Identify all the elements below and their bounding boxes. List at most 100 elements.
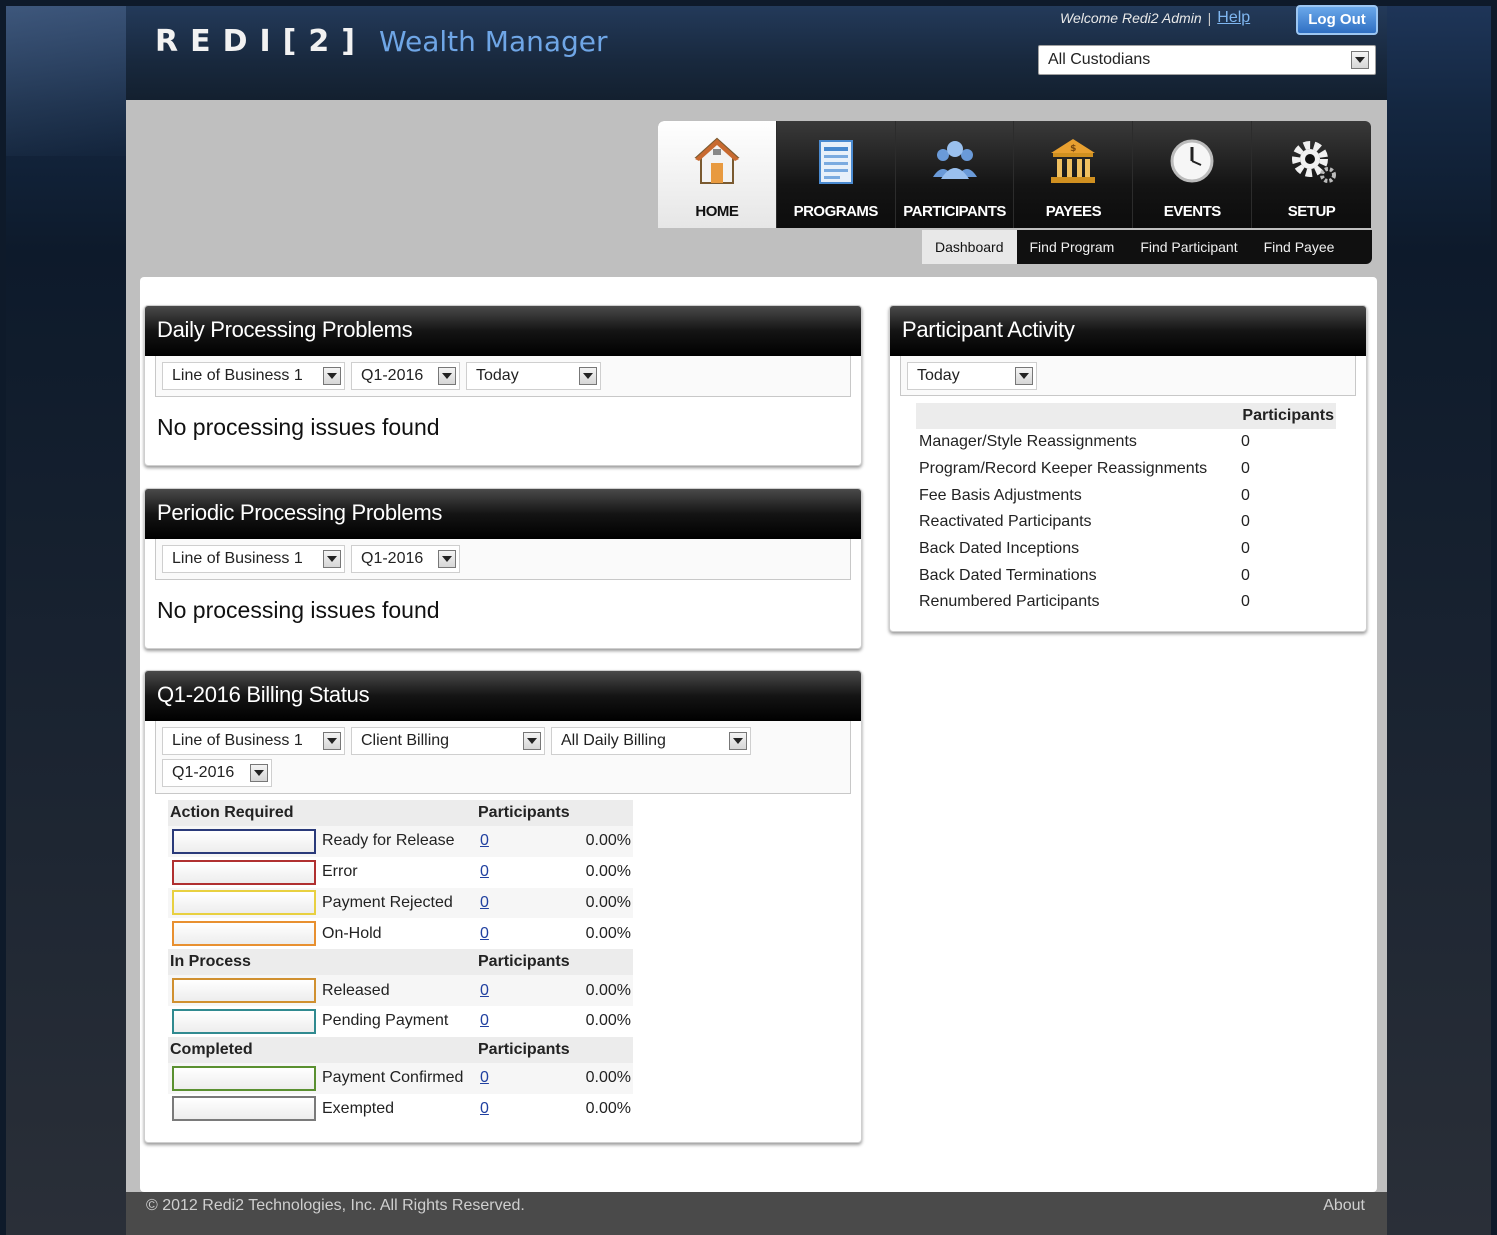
bank-icon: $ bbox=[1051, 139, 1096, 183]
logout-button[interactable]: Log Out bbox=[1296, 5, 1378, 35]
status-label: Error bbox=[322, 863, 358, 881]
periodic-quarter-select[interactable]: Q1-2016 bbox=[351, 545, 460, 573]
section-column-header: Participants bbox=[478, 953, 570, 971]
activity-value: 0 bbox=[1241, 566, 1250, 584]
billing-status-title: Q1-2016 Billing Status bbox=[145, 671, 861, 721]
billing-scope-select[interactable]: All Daily Billing bbox=[551, 727, 751, 755]
status-count-link[interactable]: 0 bbox=[480, 1012, 540, 1030]
action-required-rows: Ready for Release 0 0.00% Error 0 0.00% … bbox=[168, 826, 633, 949]
people-icon bbox=[932, 141, 977, 179]
welcome-separator: | bbox=[1207, 10, 1212, 26]
status-count-link[interactable]: 0 bbox=[480, 832, 540, 850]
activity-row: Fee Basis Adjustments 0 bbox=[916, 482, 1336, 509]
status-swatch bbox=[172, 1065, 316, 1091]
section-title: In Process bbox=[170, 953, 251, 971]
chevron-down-icon[interactable] bbox=[438, 367, 456, 385]
about-link[interactable]: About bbox=[1323, 1194, 1365, 1218]
status-count-link[interactable]: 0 bbox=[480, 1069, 540, 1087]
periodic-empty-message: No processing issues found bbox=[157, 597, 440, 623]
status-label: Pending Payment bbox=[322, 1012, 449, 1030]
section-header-action-required: Action Required Participants bbox=[168, 800, 633, 826]
daily-period-select[interactable]: Today bbox=[466, 362, 601, 390]
nav-tab-events-label: EVENTS bbox=[1163, 203, 1222, 220]
daily-quarter-select[interactable]: Q1-2016 bbox=[351, 362, 460, 390]
chevron-down-icon[interactable] bbox=[579, 367, 597, 385]
status-count-link[interactable]: 0 bbox=[480, 1100, 540, 1118]
billing-quarter-select[interactable]: Q1-2016 bbox=[162, 759, 272, 787]
nav-tab-setup-label: SETUP bbox=[1287, 203, 1336, 220]
status-swatch bbox=[172, 921, 316, 947]
activity-row: Manager/Style Reassignments 0 bbox=[916, 429, 1336, 456]
daily-filter-bar: Line of Business 1 Q1-2016 Today bbox=[155, 356, 851, 397]
chevron-down-icon[interactable] bbox=[323, 550, 341, 568]
nav-tab-home[interactable]: HOME bbox=[658, 121, 777, 228]
status-percent: 0.00% bbox=[585, 924, 631, 942]
activity-value: 0 bbox=[1241, 460, 1250, 478]
periodic-filter-bar: Line of Business 1 Q1-2016 bbox=[155, 539, 851, 580]
status-label: On-Hold bbox=[322, 924, 382, 942]
periodic-processing-panel: Periodic Processing Problems Line of Bus… bbox=[144, 488, 862, 649]
chevron-down-icon[interactable] bbox=[250, 764, 268, 782]
chevron-down-icon[interactable] bbox=[729, 732, 747, 750]
billing-filter-bar: Line of Business 1 Client Billing All Da… bbox=[155, 721, 851, 794]
chevron-down-icon[interactable] bbox=[1015, 367, 1033, 385]
daily-processing-title: Daily Processing Problems bbox=[145, 306, 861, 356]
status-count-link[interactable]: 0 bbox=[480, 982, 540, 1000]
status-swatch bbox=[172, 978, 316, 1004]
home-icon bbox=[694, 137, 740, 184]
billing-lob-select[interactable]: Line of Business 1 bbox=[162, 727, 345, 755]
nav-tab-payees[interactable]: $ PAYEES bbox=[1014, 121, 1134, 228]
chevron-down-icon[interactable] bbox=[438, 550, 456, 568]
activity-value: 0 bbox=[1241, 433, 1250, 451]
activity-label: Back Dated Terminations bbox=[919, 566, 1097, 584]
nav-tab-events[interactable]: EVENTS bbox=[1133, 121, 1253, 228]
subnav-dashboard[interactable]: Dashboard bbox=[922, 230, 1017, 264]
status-row-ready-for-release: Ready for Release 0 0.00% bbox=[168, 826, 633, 857]
daily-period-value: Today bbox=[476, 367, 519, 384]
nav-tab-participants-label: PARTICIPANTS bbox=[903, 203, 1006, 220]
status-percent: 0.00% bbox=[585, 981, 631, 999]
daily-processing-panel: Daily Processing Problems Line of Busine… bbox=[144, 305, 862, 466]
subnav-find-participant[interactable]: Find Participant bbox=[1127, 230, 1250, 264]
status-row-error: Error 0 0.00% bbox=[168, 857, 633, 888]
daily-empty-message: No processing issues found bbox=[157, 414, 440, 440]
billing-quarter-value: Q1-2016 bbox=[172, 764, 235, 781]
chevron-down-icon[interactable] bbox=[323, 367, 341, 385]
chevron-down-icon[interactable] bbox=[523, 732, 541, 750]
activity-row: Renumbered Participants 0 bbox=[916, 589, 1336, 616]
daily-lob-select[interactable]: Line of Business 1 bbox=[162, 362, 345, 390]
status-count-link[interactable]: 0 bbox=[480, 863, 540, 881]
chevron-down-icon[interactable] bbox=[323, 732, 341, 750]
status-percent: 0.00% bbox=[585, 893, 631, 911]
custodian-select[interactable]: All Custodians bbox=[1038, 45, 1376, 75]
section-column-header: Participants bbox=[478, 1040, 570, 1058]
subnav-find-program[interactable]: Find Program bbox=[1017, 230, 1128, 264]
nav-tab-setup[interactable]: SETUP bbox=[1252, 121, 1371, 228]
activity-column-header: Participants bbox=[916, 403, 1336, 429]
logo-product: Wealth Manager bbox=[378, 25, 608, 58]
billing-type-select[interactable]: Client Billing bbox=[351, 727, 545, 755]
activity-row: Back Dated Terminations 0 bbox=[916, 562, 1336, 589]
status-count-link[interactable]: 0 bbox=[480, 894, 540, 912]
nav-tab-payees-label: PAYEES bbox=[1045, 203, 1102, 220]
status-label: Exempted bbox=[322, 1099, 395, 1117]
status-count-link[interactable]: 0 bbox=[480, 925, 540, 943]
help-link[interactable]: Help bbox=[1217, 9, 1250, 27]
chevron-down-icon[interactable] bbox=[1351, 51, 1369, 69]
nav-tab-programs[interactable]: PROGRAMS bbox=[777, 121, 896, 228]
status-swatch bbox=[172, 1008, 316, 1034]
welcome-text: Welcome Redi2 Admin bbox=[1060, 10, 1202, 26]
billing-scope-value: All Daily Billing bbox=[561, 732, 666, 749]
svg-text:$: $ bbox=[1071, 144, 1077, 154]
activity-period-select[interactable]: Today bbox=[907, 362, 1037, 390]
status-percent: 0.00% bbox=[585, 1099, 631, 1117]
periodic-lob-select[interactable]: Line of Business 1 bbox=[162, 545, 345, 573]
periodic-lob-value: Line of Business 1 bbox=[172, 550, 303, 567]
gear-icon bbox=[1291, 141, 1336, 183]
subnav-find-payee[interactable]: Find Payee bbox=[1251, 230, 1348, 264]
app-logo[interactable]: REDI[2] Wealth Manager bbox=[155, 24, 608, 59]
activity-value: 0 bbox=[1241, 540, 1250, 558]
participant-activity-title: Participant Activity bbox=[890, 306, 1366, 356]
status-swatch bbox=[172, 1096, 316, 1122]
nav-tab-participants[interactable]: PARTICIPANTS bbox=[896, 121, 1015, 228]
